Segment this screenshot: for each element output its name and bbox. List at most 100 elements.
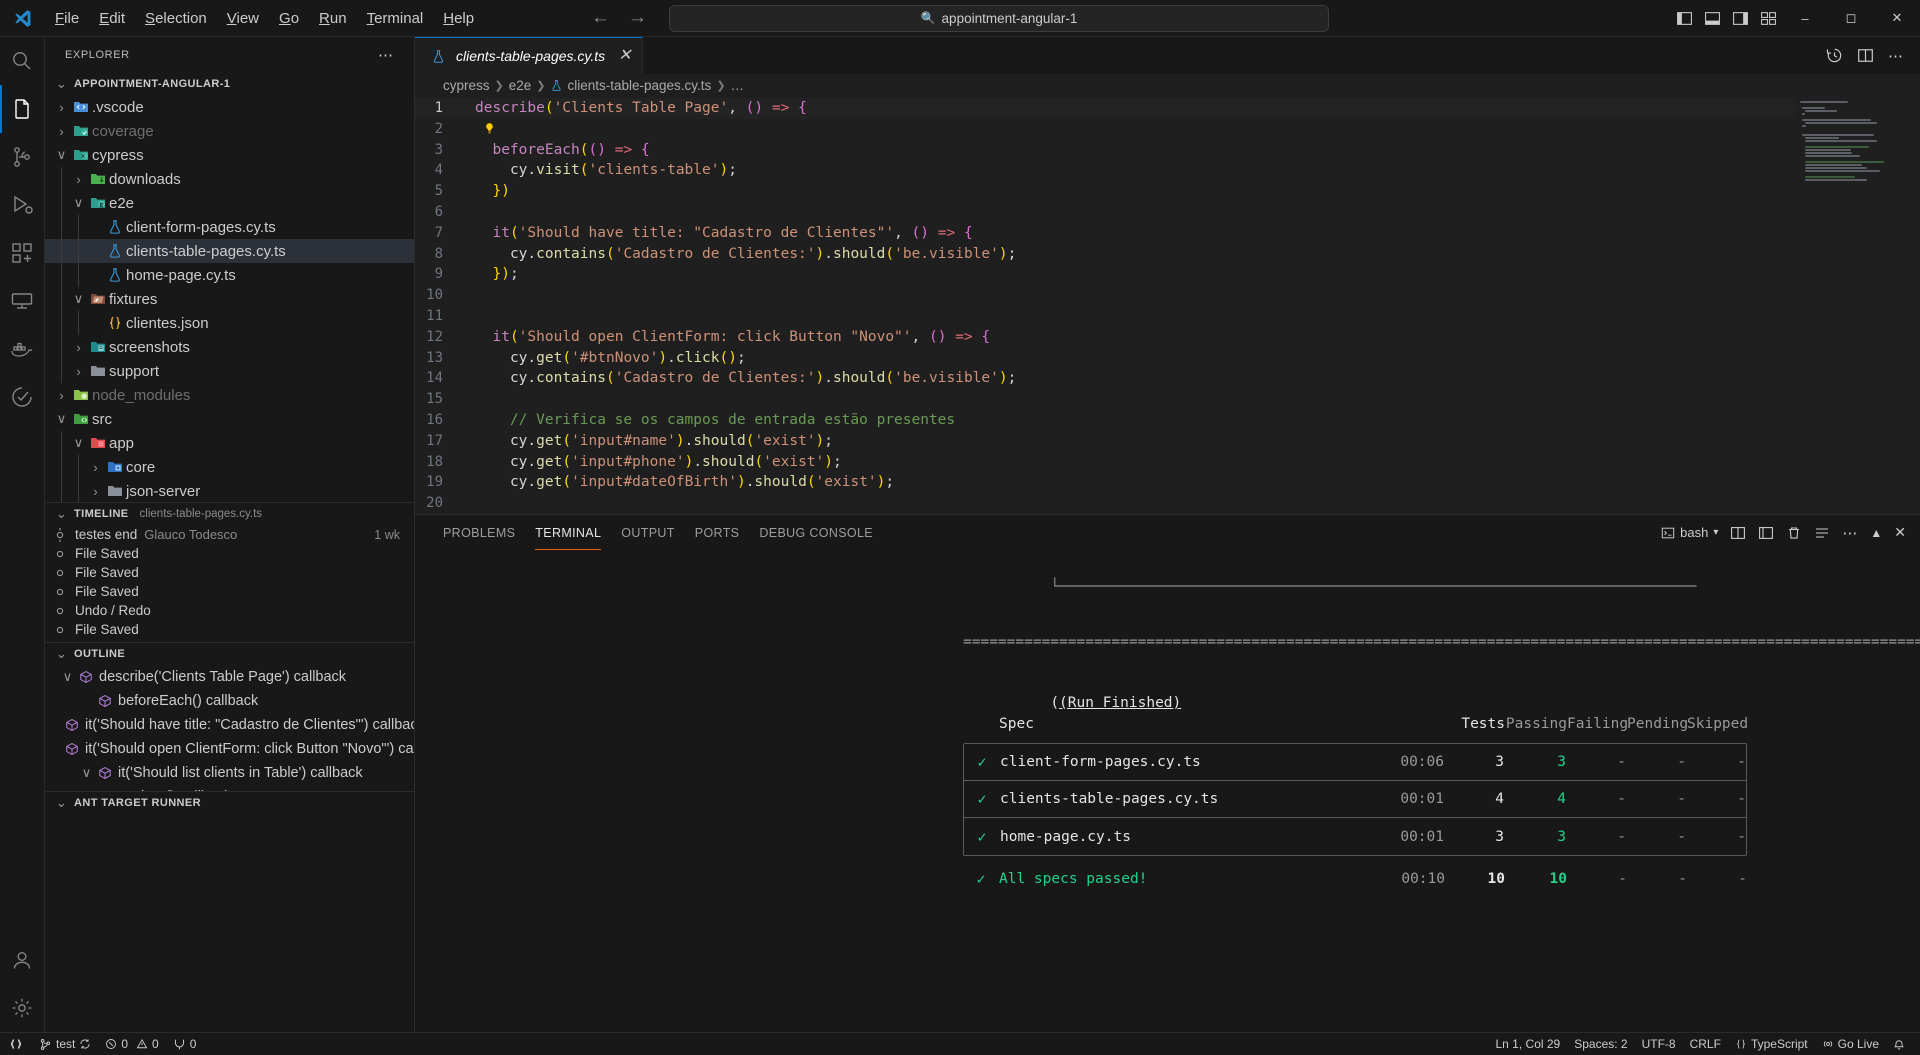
status-eol[interactable]: CRLF — [1683, 1033, 1728, 1055]
status-branch[interactable]: test — [32, 1033, 98, 1055]
tree-item-cypress[interactable]: ∨ cypress — [45, 143, 414, 167]
run-debug-icon[interactable] — [0, 181, 45, 229]
docker-icon[interactable] — [0, 325, 45, 373]
outline-item[interactable]: ∨ it('Should list clients in Table') call… — [45, 761, 414, 785]
code-line[interactable]: 12 it('Should open ClientForm: click But… — [415, 327, 1796, 348]
code-editor[interactable]: 1 describe('Clients Table Page', () => {2… — [415, 96, 1920, 514]
code-line[interactable]: 10 — [415, 285, 1796, 306]
tree-item-clients-table-pages-cy-ts[interactable]: ›clients-table-pages.cy.ts — [45, 239, 414, 263]
breadcrumb-item-2[interactable]: clients-table-pages.cy.ts — [550, 78, 711, 93]
testing-icon[interactable] — [0, 373, 45, 421]
more-actions-icon[interactable]: ⋯ — [1888, 47, 1904, 65]
code-line[interactable]: 17 cy.get('input#name').should('exist'); — [415, 431, 1796, 452]
code-line[interactable]: 14 cy.contains('Cadastro de Clientes:').… — [415, 368, 1796, 389]
more-actions-icon[interactable]: ⋯ — [1842, 524, 1858, 542]
search-icon[interactable] — [0, 37, 45, 85]
status-cursor-position[interactable]: Ln 1, Col 29 — [1489, 1033, 1568, 1055]
tree-item-e2e[interactable]: ∨ e2e — [45, 191, 414, 215]
extensions-icon[interactable] — [0, 229, 45, 277]
arrow-left-icon[interactable]: ← — [591, 7, 610, 29]
panel-tab-problems[interactable]: PROBLEMS — [433, 515, 525, 550]
explorer-root-header[interactable]: ⌄ APPOINTMENT-ANGULAR-1 — [45, 72, 414, 95]
menu-terminal[interactable]: Terminal — [357, 7, 434, 30]
editor-scrollbar[interactable] — [1906, 96, 1920, 514]
status-encoding[interactable]: UTF-8 — [1635, 1033, 1683, 1055]
breadcrumb-item-3[interactable]: … — [731, 78, 745, 93]
tree-item-fixtures[interactable]: ∨ fixtures — [45, 287, 414, 311]
chevron-up-icon[interactable]: ▲ — [1870, 526, 1882, 540]
menu-run[interactable]: Run — [309, 7, 357, 30]
breadcrumb-item-0[interactable]: cypress — [443, 78, 490, 93]
timeline-item[interactable]: File Saved — [45, 582, 414, 601]
tree-item-downloads[interactable]: › downloads — [45, 167, 414, 191]
code-line[interactable]: 9 }); — [415, 264, 1796, 285]
menu-view[interactable]: View — [217, 7, 269, 30]
outline-item[interactable]: ›it('Should open ClientForm: click Butto… — [45, 737, 414, 761]
code-line[interactable]: 19 cy.get('input#dateOfBirth').should('e… — [415, 472, 1796, 493]
notifications-bell-icon[interactable] — [1886, 1033, 1912, 1055]
ant-target-runner-header[interactable]: ⌄ ANT TARGET RUNNER — [45, 791, 414, 814]
outline-item[interactable]: ›it('Should have title: "Cadastro de Cli… — [45, 713, 414, 737]
tree-item-screenshots[interactable]: › screenshots — [45, 335, 414, 359]
timeline-item[interactable]: Undo / Redo — [45, 601, 414, 620]
code-line[interactable]: 16 // Verifica se os campos de entrada e… — [415, 410, 1796, 431]
timeline-item[interactable]: File Saved — [45, 620, 414, 639]
terminal-output[interactable]: └───────────────────────────────────────… — [415, 550, 1920, 1032]
outline-item[interactable]: ›beforeEach() callback — [45, 689, 414, 713]
source-control-icon[interactable] — [0, 133, 45, 181]
tree-item-node-modules[interactable]: › node_modules — [45, 383, 414, 407]
arrow-right-icon[interactable]: → — [628, 7, 647, 29]
remote-window-icon[interactable] — [0, 1033, 32, 1055]
breadcrumb-item-1[interactable]: e2e — [509, 78, 532, 93]
quick-input-search[interactable]: 🔍 appointment-angular-1 — [669, 4, 1329, 32]
code-line[interactable]: 18 cy.get('input#phone').should('exist')… — [415, 452, 1796, 473]
status-go-live[interactable]: Go Live — [1815, 1033, 1886, 1055]
tree-item-support[interactable]: › support — [45, 359, 414, 383]
new-terminal-icon[interactable] — [1758, 525, 1774, 541]
code-line[interactable]: 8 cy.contains('Cadastro de Clientes:').s… — [415, 244, 1796, 265]
close-icon[interactable]: ✕ — [618, 48, 631, 64]
close-panel-icon[interactable]: ✕ — [1894, 524, 1906, 541]
split-editor-icon[interactable] — [1857, 47, 1874, 64]
clear-terminal-icon[interactable] — [1814, 525, 1830, 541]
tree-item-coverage[interactable]: › coverage — [45, 119, 414, 143]
remote-explorer-icon[interactable] — [0, 277, 45, 325]
timeline-item[interactable]: File Saved — [45, 544, 414, 563]
lightbulb-icon[interactable] — [483, 121, 496, 137]
code-line[interactable]: 20 — [415, 493, 1796, 514]
kill-terminal-icon[interactable] — [1786, 525, 1802, 541]
timeline-item[interactable]: testes end Glauco Todesco 1 wk — [45, 525, 414, 544]
minimap[interactable] — [1796, 96, 1906, 514]
status-indentation[interactable]: Spaces: 2 — [1567, 1033, 1634, 1055]
panel-tab-debug-console[interactable]: DEBUG CONSOLE — [749, 515, 883, 550]
code-line[interactable]: 6 — [415, 202, 1796, 223]
window-close-button[interactable]: ✕ — [1874, 0, 1920, 36]
tree-item-home-page-cy-ts[interactable]: ›home-page.cy.ts — [45, 263, 414, 287]
panel-tab-ports[interactable]: PORTS — [685, 515, 750, 550]
terminal-instance-name[interactable]: bash ▾ — [1661, 525, 1718, 540]
toggle-panel-icon[interactable] — [1698, 0, 1726, 36]
status-language-mode[interactable]: TypeScript — [1728, 1033, 1815, 1055]
code-line[interactable]: 4 cy.visit('clients-table'); — [415, 160, 1796, 181]
chevron-down-icon[interactable]: ▾ — [1713, 527, 1718, 538]
tree-item-clientes-json[interactable]: ›clientes.json — [45, 311, 414, 335]
timeline-history-icon[interactable] — [1826, 47, 1843, 64]
code-line[interactable]: 13 cy.get('#btnNovo').click(); — [415, 348, 1796, 369]
toggle-primary-sidebar-icon[interactable] — [1670, 0, 1698, 36]
tree-item-client-form-pages-cy-ts[interactable]: ›client-form-pages.cy.ts — [45, 215, 414, 239]
outline-header[interactable]: ⌄ OUTLINE — [45, 642, 414, 665]
timeline-item[interactable]: File Saved — [45, 563, 414, 582]
outline-item[interactable]: ∨ describe('Clients Table Page') callback — [45, 665, 414, 689]
menu-edit[interactable]: Edit — [89, 7, 135, 30]
menu-file[interactable]: File — [45, 7, 89, 30]
menu-help[interactable]: Help — [433, 7, 484, 30]
code-line[interactable]: 7 it('Should have title: "Cadastro de Cl… — [415, 223, 1796, 244]
status-problems[interactable]: 0 0 — [98, 1033, 165, 1055]
tree-item-core[interactable]: › core — [45, 455, 414, 479]
explorer-icon[interactable] — [0, 85, 45, 133]
code-line[interactable]: 2 — [415, 119, 1796, 140]
code-line[interactable]: 3 beforeEach(() => { — [415, 140, 1796, 161]
settings-gear-icon[interactable] — [0, 984, 45, 1032]
tree-item-src[interactable]: ∨ src — [45, 407, 414, 431]
panel-tab-output[interactable]: OUTPUT — [611, 515, 685, 550]
